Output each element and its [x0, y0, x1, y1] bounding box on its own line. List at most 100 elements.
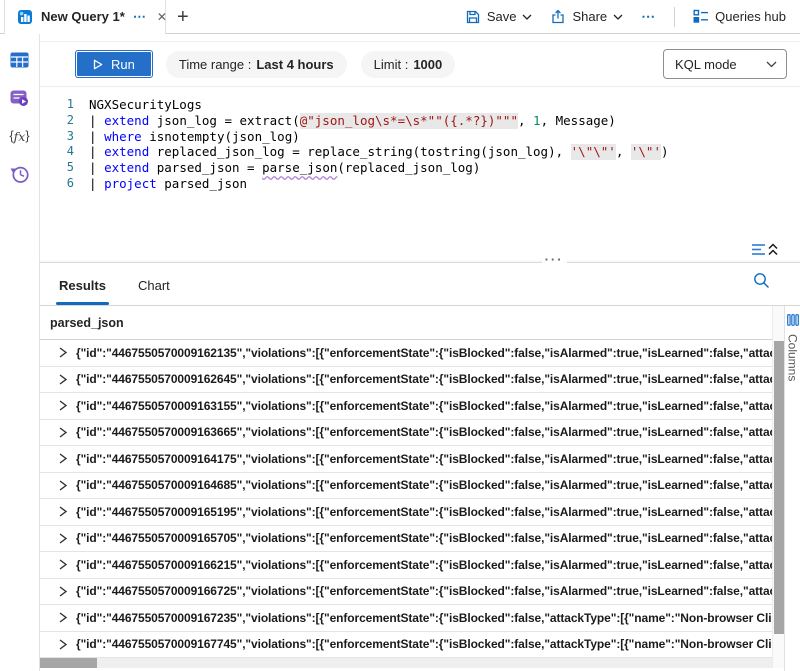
share-label: Share [572, 9, 607, 24]
editor-lines: 1NGXSecurityLogs2| extend json_log = ext… [40, 97, 800, 192]
horizontal-scrollbar[interactable] [40, 658, 772, 668]
expand-row-icon[interactable] [57, 611, 69, 624]
search-icon[interactable] [753, 272, 770, 294]
tab-results[interactable]: Results [56, 278, 109, 305]
expand-row-icon[interactable] [57, 373, 69, 386]
play-icon [93, 59, 103, 70]
tab-bar: New Query 1* ⋯ ✕ + Save [0, 0, 800, 34]
functions-icon[interactable]: {fx} [9, 126, 31, 146]
chevron-down-icon [613, 14, 623, 20]
row-json-text: {"id":"4467550570009162135","violations"… [76, 346, 772, 360]
tab-chart-label: Chart [138, 278, 170, 293]
table-row[interactable]: {"id":"4467550570009167235","violations"… [40, 605, 772, 632]
code-line[interactable]: 5| extend parsed_json = parse_json(repla… [40, 160, 800, 176]
row-json-text: {"id":"4467550570009166215","violations"… [76, 558, 772, 572]
more-options-button[interactable]: ⋯ [641, 8, 656, 25]
table-row[interactable]: {"id":"4467550570009162135","violations"… [40, 340, 772, 367]
tab-chart[interactable]: Chart [135, 278, 173, 305]
limit-picker[interactable]: Limit : 1000 [361, 51, 456, 78]
vertical-scrollbar[interactable] [772, 306, 784, 668]
tables-icon[interactable] [9, 50, 31, 70]
table-row[interactable]: {"id":"4467550570009166215","violations"… [40, 552, 772, 579]
line-number: 6 [40, 176, 74, 192]
table-row[interactable]: {"id":"4467550570009167745","violations"… [40, 632, 772, 659]
queries-hub-button[interactable]: Queries hub [693, 9, 786, 24]
save-label: Save [487, 9, 517, 24]
expand-row-icon[interactable] [57, 505, 69, 518]
grid-column-header[interactable]: parsed_json [40, 306, 772, 340]
run-label: Run [111, 57, 135, 72]
query-editor[interactable]: 1NGXSecurityLogs2| extend json_log = ext… [40, 87, 800, 242]
table-row[interactable]: {"id":"4467550570009165705","violations"… [40, 526, 772, 553]
time-range-picker[interactable]: Time range : Last 4 hours [166, 51, 347, 78]
results-grid: {"id":"4467550570009162135","violations"… [40, 340, 772, 658]
table-row[interactable]: {"id":"4467550570009164175","violations"… [40, 446, 772, 473]
adx-app-icon [17, 9, 33, 25]
row-json-text: {"id":"4467550570009165195","violations"… [76, 505, 772, 519]
columns-panel-label[interactable]: Columns [786, 334, 800, 381]
line-number: 4 [40, 144, 74, 160]
expand-row-icon[interactable] [57, 452, 69, 465]
expand-row-icon[interactable] [57, 558, 69, 571]
tab-results-label: Results [59, 278, 106, 293]
expand-row-icon[interactable] [57, 638, 69, 651]
save-button[interactable]: Save [465, 9, 533, 25]
saved-queries-icon[interactable] [9, 88, 31, 108]
queries-hub-icon [693, 9, 709, 24]
code-line[interactable]: 1NGXSecurityLogs [40, 97, 800, 113]
row-json-text: {"id":"4467550570009167745","violations"… [76, 637, 772, 651]
table-row[interactable]: {"id":"4467550570009163665","violations"… [40, 420, 772, 447]
expand-row-icon[interactable] [57, 479, 69, 492]
new-tab-button[interactable]: + [177, 7, 189, 27]
time-range-value: Last 4 hours [256, 57, 333, 72]
columns-icon[interactable] [787, 314, 799, 326]
code-line[interactable]: 3| where isnotempty(json_log) [40, 129, 800, 145]
chevron-down-icon [522, 14, 532, 20]
line-number: 3 [40, 129, 74, 145]
results-tabs: Results Chart [40, 263, 800, 306]
code-line[interactable]: 4| extend replaced_json_log = replace_st… [40, 144, 800, 160]
code-line[interactable]: 6| project parsed_json [40, 176, 800, 192]
expand-row-icon[interactable] [57, 346, 69, 359]
expand-row-icon[interactable] [57, 399, 69, 412]
table-row[interactable]: {"id":"4467550570009164685","violations"… [40, 473, 772, 500]
limit-value: 1000 [413, 57, 442, 72]
table-row[interactable]: {"id":"4467550570009165195","violations"… [40, 499, 772, 526]
kql-mode-value: KQL mode [675, 57, 737, 72]
close-icon[interactable]: ✕ [155, 10, 169, 24]
vertical-scrollbar-thumb[interactable] [774, 341, 784, 634]
table-row[interactable]: {"id":"4467550570009162645","violations"… [40, 367, 772, 394]
tab-more-icon[interactable]: ⋯ [133, 9, 147, 25]
row-json-text: {"id":"4467550570009164685","violations"… [76, 478, 772, 492]
horizontal-scrollbar-thumb[interactable] [40, 658, 97, 668]
line-number: 1 [40, 97, 74, 113]
table-row[interactable]: {"id":"4467550570009166725","violations"… [40, 579, 772, 606]
row-json-text: {"id":"4467550570009164175","violations"… [76, 452, 772, 466]
code-line[interactable]: 2| extend json_log = extract(@"json_log\… [40, 113, 800, 129]
expand-row-icon[interactable] [57, 426, 69, 439]
left-rail: {fx} [0, 34, 40, 671]
collapse-editor-icon[interactable] [752, 242, 778, 262]
limit-label: Limit : [374, 57, 409, 72]
row-json-text: {"id":"4467550570009163155","violations"… [76, 399, 772, 413]
line-number: 2 [40, 113, 74, 129]
run-button[interactable]: Run [76, 51, 152, 77]
line-number: 5 [40, 160, 74, 176]
share-button[interactable]: Share [550, 9, 623, 25]
row-json-text: {"id":"4467550570009165705","violations"… [76, 531, 772, 545]
query-history-icon[interactable] [9, 164, 31, 184]
row-json-text: {"id":"4467550570009166725","violations"… [76, 584, 772, 598]
kql-mode-select[interactable]: KQL mode [663, 49, 787, 79]
tab-title: New Query 1* [41, 9, 125, 24]
column-header-label: parsed_json [50, 316, 124, 330]
divider [674, 7, 675, 27]
expand-row-icon[interactable] [57, 585, 69, 598]
queries-hub-label: Queries hub [715, 9, 786, 24]
expand-row-icon[interactable] [57, 532, 69, 545]
query-panel: Run Time range : Last 4 hours Limit : 10… [40, 34, 800, 671]
table-row[interactable]: {"id":"4467550570009163155","violations"… [40, 393, 772, 420]
query-tab[interactable]: New Query 1* ⋯ ✕ [4, 0, 166, 34]
time-range-label: Time range : [179, 57, 252, 72]
results-panel: ··· Results Chart parsed_json {"id":"446… [40, 262, 800, 671]
row-json-text: {"id":"4467550570009167235","violations"… [76, 611, 772, 625]
